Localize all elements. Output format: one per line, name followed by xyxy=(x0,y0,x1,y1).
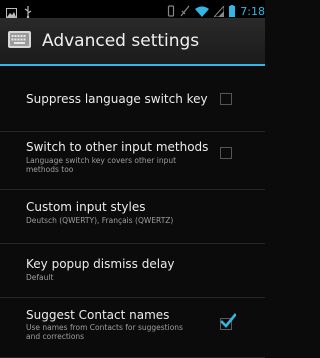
clock: 7:18 xyxy=(240,5,265,18)
keyboard-icon[interactable] xyxy=(8,31,31,52)
suggest-contact-names-checkbox[interactable] xyxy=(220,313,237,330)
action-bar: Advanced settings xyxy=(0,18,265,66)
pref-title: Suggest Contact names xyxy=(26,308,170,322)
switch-input-methods-checkbox[interactable] xyxy=(220,147,232,159)
pref-summary: Language switch key covers other input m… xyxy=(26,156,177,174)
pref-custom-input-styles[interactable]: Custom input styles Deutsch (QWERTY), Fr… xyxy=(0,190,265,244)
pref-switch-to-other-input-methods[interactable]: Switch to other input methods Language s… xyxy=(0,132,265,190)
suppress-language-switch-checkbox[interactable] xyxy=(220,93,232,105)
pref-title: Key popup dismiss delay xyxy=(26,257,175,271)
preference-list: Suppress language switch key Switch to o… xyxy=(0,66,265,358)
pref-summary: Default xyxy=(26,273,54,282)
pref-key-popup-dismiss-delay[interactable]: Key popup dismiss delay Default xyxy=(0,244,265,298)
checkmark-icon xyxy=(220,313,237,333)
page-title: Advanced settings xyxy=(42,31,200,51)
pref-title: Suppress language switch key xyxy=(26,92,208,106)
pref-summary: Use names from Contacts for suggestions … xyxy=(26,323,183,341)
pref-summary: Deutsch (QWERTY), Français (QWERTZ) xyxy=(26,216,174,225)
status-bar: 7:18 xyxy=(0,0,265,19)
pref-suppress-language-switch-key[interactable]: Suppress language switch key xyxy=(0,66,265,132)
pref-title: Custom input styles xyxy=(26,200,146,214)
pref-suggest-contact-names[interactable]: Suggest Contact names Use names from Con… xyxy=(0,298,265,358)
pref-title: Switch to other input methods xyxy=(26,140,209,154)
